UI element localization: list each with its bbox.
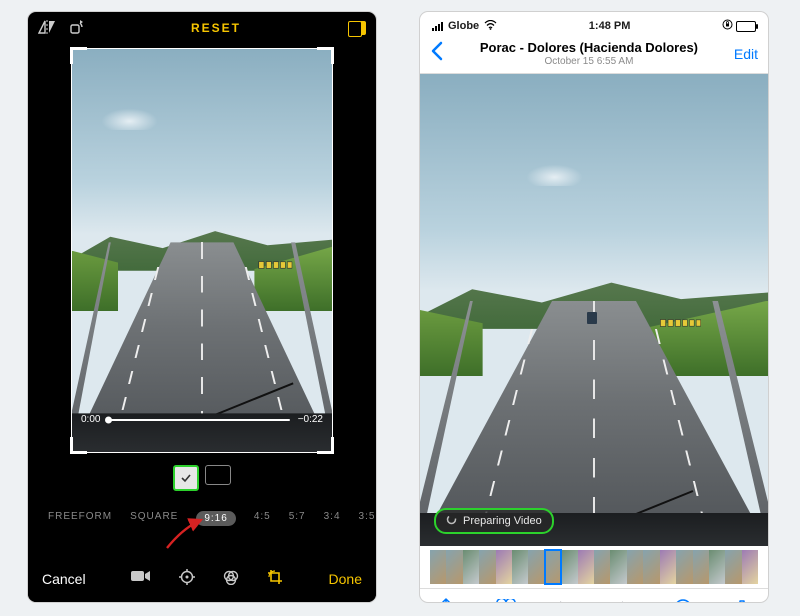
media-viewport[interactable]: Preparing Video: [420, 74, 768, 546]
cancel-button[interactable]: Cancel: [42, 571, 86, 587]
play-icon[interactable]: [558, 600, 572, 603]
orientation-toggle: [28, 465, 376, 491]
carrier-label: Globe: [448, 20, 479, 32]
aspect-tool-icon[interactable]: [348, 21, 366, 35]
share-icon[interactable]: [438, 598, 454, 603]
signal-icon: [432, 22, 443, 31]
edit-button[interactable]: Edit: [734, 46, 758, 62]
viewer-toolbar: [420, 588, 768, 602]
spinner-icon: [446, 514, 457, 528]
wifi-icon: [484, 20, 497, 33]
trash-icon[interactable]: [734, 599, 750, 603]
viewer-navbar: Porac - Dolores (Hacienda Dolores) Octob…: [420, 36, 768, 74]
ratio-9-16[interactable]: 9:16: [196, 511, 235, 526]
flip-horizontal-icon[interactable]: [38, 20, 56, 36]
crop-tab-icon[interactable]: [267, 569, 283, 590]
landscape-orientation-button[interactable]: [205, 465, 231, 485]
preparing-video-label: Preparing Video: [463, 515, 542, 527]
title-block: Porac - Dolores (Hacienda Dolores) Octob…: [444, 40, 734, 67]
favorite-icon[interactable]: [496, 599, 516, 603]
battery-icon: [736, 21, 756, 32]
thumbnail-strip[interactable]: [420, 546, 768, 588]
filters-tab-icon[interactable]: [223, 569, 239, 590]
rotation-lock-icon: [722, 19, 733, 33]
aspect-ratio-row[interactable]: FREEFORM SQUARE 9:16 4:5 5:7 3:4 3:5: [28, 511, 376, 526]
ratio-5-7[interactable]: 5:7: [289, 511, 306, 526]
status-bar: Globe 1:48 PM: [420, 12, 768, 36]
editor-toolbar: Cancel Done: [28, 556, 376, 602]
crop-stage[interactable]: 0:00 −0:22: [71, 48, 333, 453]
ratio-3-5[interactable]: 3:5: [359, 511, 376, 526]
editor-topbar: RESET: [28, 12, 376, 44]
vehicle-ahead: [587, 312, 597, 324]
clock: 1:48 PM: [589, 20, 631, 32]
info-icon[interactable]: [674, 599, 692, 603]
reset-button[interactable]: RESET: [191, 21, 241, 35]
done-button[interactable]: Done: [329, 571, 362, 587]
crop-editor-screen: RESET 0:00 −0:22 FREEFORM SQUARE 9:16 4:…: [28, 12, 376, 602]
adjust-tab-icon[interactable]: [179, 569, 195, 590]
back-button[interactable]: [430, 41, 444, 66]
location-title: Porac - Dolores (Hacienda Dolores): [444, 40, 734, 55]
preparing-video-pill: Preparing Video: [434, 508, 554, 534]
ratio-square[interactable]: SQUARE: [130, 511, 178, 526]
rotate-icon[interactable]: [68, 20, 84, 36]
ratio-3-4[interactable]: 3:4: [324, 511, 341, 526]
timestamp-subtitle: October 15 6:55 AM: [444, 56, 734, 67]
ratio-freeform[interactable]: FREEFORM: [48, 511, 112, 526]
video-tab-icon[interactable]: [131, 569, 151, 590]
portrait-orientation-button[interactable]: [173, 465, 199, 491]
photo-viewer-screen: Globe 1:48 PM Porac - Dolores (Hacienda …: [420, 12, 768, 602]
crop-frame[interactable]: [71, 48, 333, 453]
mute-icon[interactable]: [614, 600, 632, 603]
ratio-4-5[interactable]: 4:5: [254, 511, 271, 526]
